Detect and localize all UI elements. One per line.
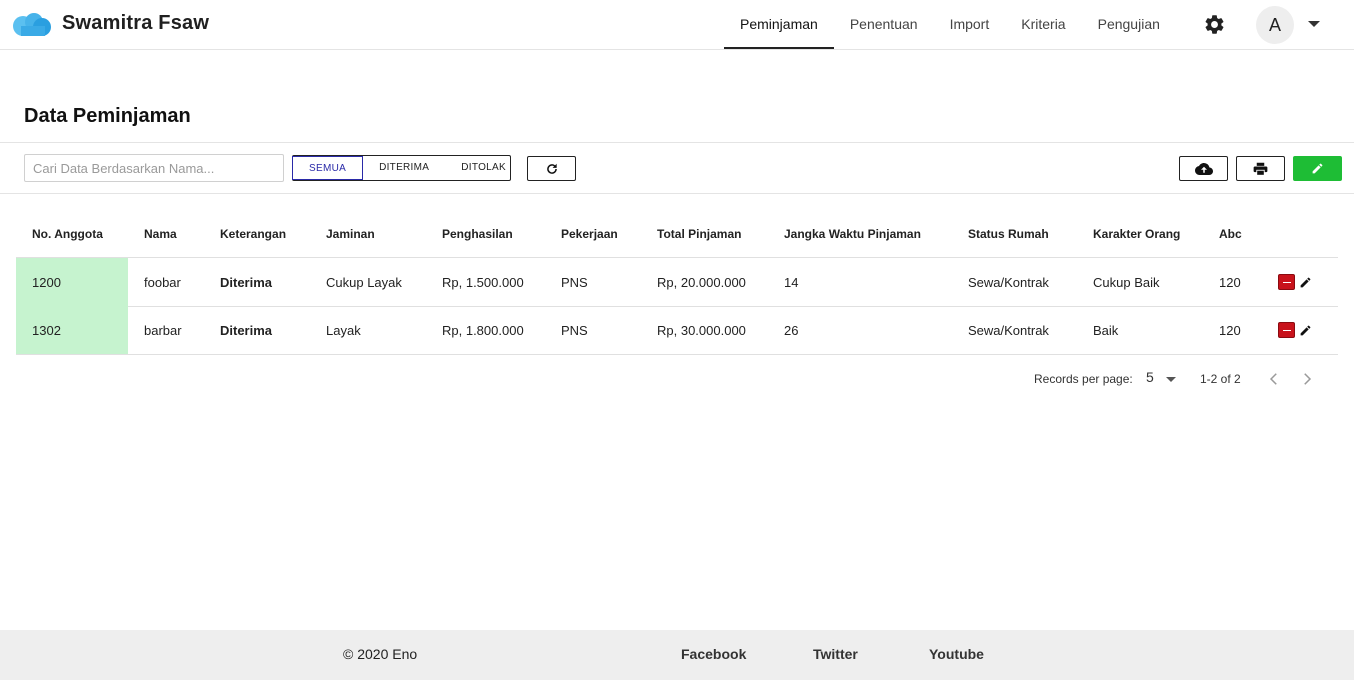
filter-diterima-button[interactable]: DITERIMA [363, 156, 445, 180]
main-nav: Peminjaman Penentuan Import Kriteria Pen… [724, 0, 1176, 49]
cell-jaminan: Layak [326, 323, 361, 338]
refresh-icon [546, 163, 557, 174]
delete-row-button[interactable] [1278, 274, 1295, 290]
footer-link-twitter[interactable]: Twitter [813, 646, 858, 662]
cell-abc: 120 [1219, 323, 1241, 338]
cell-keterangan: Diterima [220, 275, 273, 290]
pencil-icon [1312, 163, 1323, 174]
footer: © 2020 Eno Facebook Twitter Youtube [0, 630, 1354, 680]
table-row[interactable]: 1302 barbar Diterima Layak Rp, 1.800.000… [16, 306, 1338, 355]
cell-no-anggota: 1302 [32, 323, 61, 338]
cloud-upload-icon [1194, 162, 1213, 175]
cell-no-anggota: 1200 [32, 275, 61, 290]
column-header[interactable]: Pekerjaan [561, 227, 618, 241]
records-per-page-label: Records per page: [1034, 372, 1133, 386]
cell-keterangan: Diterima [220, 323, 273, 338]
records-per-page-value: 5 [1146, 369, 1154, 385]
chevron-down-icon [1166, 377, 1176, 382]
brand-title[interactable]: Swamitra Fsaw [62, 12, 209, 35]
refresh-button[interactable] [527, 156, 576, 181]
cloud-logo-icon [13, 13, 51, 36]
copyright-text: © 2020 Eno [343, 646, 418, 662]
cell-status-rumah: Sewa/Kontrak [968, 275, 1049, 290]
column-header[interactable]: Jangka Waktu Pinjaman [784, 227, 921, 241]
cell-total-pinjaman: Rp, 20.000.000 [657, 275, 746, 290]
divider [0, 142, 1354, 143]
cell-jangka-waktu: 14 [784, 275, 799, 290]
cell-nama: foobar [144, 275, 181, 290]
edit-button[interactable] [1293, 156, 1342, 181]
cell-nama: barbar [144, 323, 182, 338]
cell-jaminan: Cukup Layak [326, 275, 402, 290]
nav-tab-peminjaman[interactable]: Peminjaman [724, 0, 834, 49]
footer-link-youtube[interactable]: Youtube [929, 646, 984, 662]
search-input[interactable] [24, 154, 284, 182]
cell-karakter-orang: Cukup Baik [1093, 275, 1160, 290]
status-filter-group: SEMUA DITERIMA DITOLAK [292, 155, 511, 181]
gear-icon[interactable] [1203, 13, 1226, 36]
cell-karakter-orang: Baik [1093, 323, 1119, 338]
column-header[interactable]: Abc [1219, 227, 1242, 241]
column-header[interactable]: Keterangan [220, 227, 286, 241]
delete-row-button[interactable] [1278, 322, 1295, 338]
avatar[interactable]: A [1256, 6, 1294, 44]
nav-tab-pengujian[interactable]: Pengujian [1082, 0, 1176, 49]
column-header[interactable]: Total Pinjaman [657, 227, 741, 241]
footer-link-facebook[interactable]: Facebook [681, 646, 746, 662]
column-header[interactable]: No. Anggota [32, 227, 103, 241]
pencil-icon[interactable] [1299, 324, 1312, 337]
top-app-bar: Swamitra Fsaw Peminjaman Penentuan Impor… [0, 0, 1354, 50]
column-header[interactable]: Status Rumah [968, 227, 1049, 241]
cell-abc: 120 [1219, 275, 1241, 290]
print-button[interactable] [1236, 156, 1285, 181]
nav-tab-kriteria[interactable]: Kriteria [1005, 0, 1081, 49]
table-row[interactable]: 1200 foobar Diterima Cukup Layak Rp, 1.5… [16, 257, 1338, 307]
column-header[interactable]: Jaminan [326, 227, 375, 241]
page-title: Data Peminjaman [24, 105, 191, 127]
cell-penghasilan: Rp, 1.500.000 [442, 275, 524, 290]
cell-status-rumah: Sewa/Kontrak [968, 323, 1049, 338]
upload-button[interactable] [1179, 156, 1228, 181]
nav-tab-import[interactable]: Import [934, 0, 1006, 49]
cell-total-pinjaman: Rp, 30.000.000 [657, 323, 746, 338]
filter-ditolak-button[interactable]: DITOLAK [445, 156, 522, 180]
cell-pekerjaan: PNS [561, 275, 588, 290]
divider [0, 193, 1354, 194]
chevron-right-icon[interactable] [1298, 370, 1316, 388]
cell-jangka-waktu: 26 [784, 323, 799, 338]
records-per-page-select[interactable]: 5 [1146, 369, 1182, 389]
nav-tab-penentuan[interactable]: Penentuan [834, 0, 934, 49]
pagination-range: 1-2 of 2 [1200, 372, 1241, 386]
column-header[interactable]: Penghasilan [442, 227, 513, 241]
pencil-icon[interactable] [1299, 276, 1312, 289]
column-header[interactable]: Karakter Orang [1093, 227, 1180, 241]
print-icon [1253, 162, 1268, 176]
filter-semua-button[interactable]: SEMUA [292, 156, 364, 180]
cell-penghasilan: Rp, 1.800.000 [442, 323, 524, 338]
cell-pekerjaan: PNS [561, 323, 588, 338]
chevron-left-icon[interactable] [1265, 370, 1283, 388]
chevron-down-icon[interactable] [1308, 21, 1320, 27]
column-header[interactable]: Nama [144, 227, 177, 241]
